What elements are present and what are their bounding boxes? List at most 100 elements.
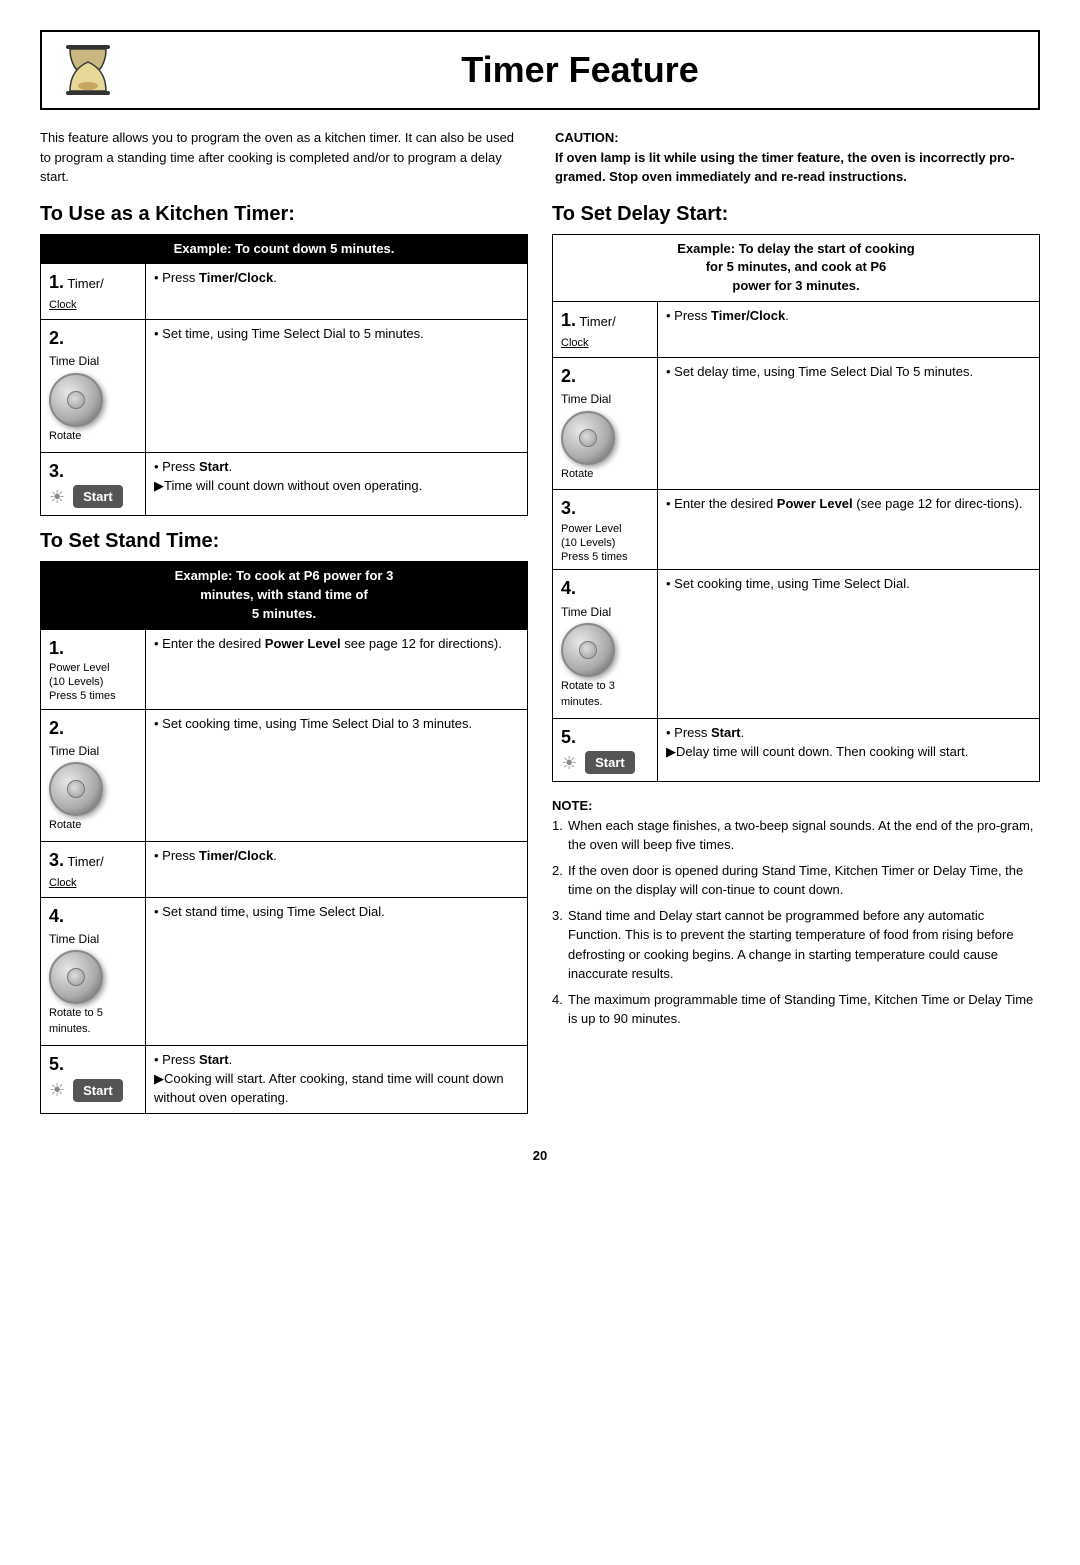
- st-step-4-action: • Set stand time, using Time Select Dial…: [146, 897, 528, 1045]
- start-container: ☀ Start: [561, 750, 649, 776]
- ds-step-5-action: • Press Start. ▶Delay time will count do…: [658, 718, 1040, 781]
- table-row: 1. Timer/Clock • Press Timer/Clock.: [553, 302, 1040, 358]
- table-row: 1. Power Level(10 Levels)Press 5 times •…: [41, 629, 528, 709]
- dial-container: Time Dial Rotate: [561, 391, 649, 482]
- note-item-3: Stand time and Delay start cannot be pro…: [552, 906, 1040, 984]
- time-dial-label: Time Dial: [49, 743, 99, 760]
- delay-start-example: Example: To delay the start of cookingfo…: [553, 234, 1040, 302]
- step-num: 2.: [561, 366, 576, 386]
- ds-step-3-left: 3. Power Level(10 Levels)Press 5 times: [553, 490, 658, 570]
- note-list: When each stage finishes, a two-beep sig…: [552, 816, 1040, 1029]
- dial-container: Time Dial Rotate: [49, 743, 137, 834]
- rotate-label: Rotate: [561, 467, 593, 483]
- table-row: 5. ☀ Start • Press Start. ▶Delay time wi…: [553, 718, 1040, 781]
- sun-icon: ☀: [49, 1077, 65, 1103]
- dial: [561, 623, 615, 677]
- delay-start-table: Example: To delay the start of cookingfo…: [552, 234, 1040, 783]
- hourglass-icon: [58, 40, 118, 100]
- stand-time-heading: To Set Stand Time:: [40, 530, 528, 553]
- note-label: NOTE:: [552, 798, 592, 813]
- ds-step-2-action: • Set delay time, using Time Select Dial…: [658, 358, 1040, 490]
- dial-container: Time Dial Rotate to 3 minutes.: [561, 604, 649, 711]
- start-button[interactable]: Start: [73, 485, 123, 508]
- intro-section: This feature allows you to program the o…: [40, 128, 1040, 187]
- time-dial-label: Time Dial: [561, 391, 611, 408]
- page-number: 20: [40, 1148, 1040, 1163]
- step-num: 5.: [49, 1054, 64, 1074]
- start-button[interactable]: Start: [73, 1079, 123, 1102]
- sun-icon: ☀: [561, 750, 577, 776]
- table-row: 2. Time Dial Rotate • Set delay time, us…: [553, 358, 1040, 490]
- st-step-3-left: 3. Timer/Clock: [41, 841, 146, 897]
- step-num: 1.: [49, 272, 64, 292]
- note-item-4: The maximum programmable time of Standin…: [552, 990, 1040, 1029]
- caution-label: CAUTION:: [555, 130, 619, 145]
- kitchen-timer-table: Example: To count down 5 minutes. 1. Tim…: [40, 234, 528, 516]
- stand-time-example: Example: To cook at P6 power for 3minute…: [41, 561, 528, 629]
- step-3-action: • Press Start. ▶Time will count down wit…: [146, 452, 528, 515]
- st-step-2-left: 2. Time Dial Rotate: [41, 709, 146, 841]
- power-level-cell: Power Level(10 Levels)Press 5 times: [49, 661, 137, 704]
- rotate-label: Rotate: [49, 429, 81, 445]
- dial: [49, 950, 103, 1004]
- table-row: 3. Timer/Clock • Press Timer/Clock.: [41, 841, 528, 897]
- step-num: 1.: [561, 310, 576, 330]
- caution-section: CAUTION: If oven lamp is lit while using…: [555, 128, 1040, 187]
- rotate-label: Rotate: [49, 818, 81, 834]
- dial-inner: [67, 391, 85, 409]
- ds-step-5-left: 5. ☀ Start: [553, 718, 658, 781]
- rotate-to-label: Rotate to 5 minutes.: [49, 1006, 137, 1038]
- left-column: To Use as a Kitchen Timer: Example: To c…: [40, 203, 528, 1128]
- st-step-1-action: • Enter the desired Power Level see page…: [146, 629, 528, 709]
- ds-step-1-action: • Press Timer/Clock.: [658, 302, 1040, 358]
- st-step-5-left: 5. ☀ Start: [41, 1046, 146, 1114]
- dial-inner: [67, 780, 85, 798]
- table-row: 2. Time Dial Rotate • Set time, using Ti…: [41, 320, 528, 452]
- step-num: 3.: [49, 850, 64, 870]
- table-row: 2. Time Dial Rotate • Set cooking time, …: [41, 709, 528, 841]
- dial: [49, 373, 103, 427]
- step-3-left: 3. ☀ Start: [41, 452, 146, 515]
- step-num: 2.: [49, 718, 64, 738]
- dial-inner: [579, 429, 597, 447]
- table-row: 3. Power Level(10 Levels)Press 5 times •…: [553, 490, 1040, 570]
- time-dial-label: Time Dial: [561, 604, 611, 621]
- page-header: Timer Feature: [40, 30, 1040, 110]
- step-num: 4.: [561, 578, 576, 598]
- stand-time-table: Example: To cook at P6 power for 3minute…: [40, 561, 528, 1114]
- main-content: To Use as a Kitchen Timer: Example: To c…: [40, 203, 1040, 1128]
- note-item-2: If the oven door is opened during Stand …: [552, 861, 1040, 900]
- step-2-left: 2. Time Dial Rotate: [41, 320, 146, 452]
- kitchen-timer-heading: To Use as a Kitchen Timer:: [40, 203, 528, 226]
- dial-inner: [67, 968, 85, 986]
- note-item-1: When each stage finishes, a two-beep sig…: [552, 816, 1040, 855]
- step-1-left: 1. Timer/Clock: [41, 264, 146, 320]
- time-dial-label: Time Dial: [49, 353, 99, 370]
- table-row: 5. ☀ Start • Press Start. ▶Cooking will …: [41, 1046, 528, 1114]
- step-num: 1.: [49, 638, 64, 658]
- step-num: 2.: [49, 328, 64, 348]
- right-column: To Set Delay Start: Example: To delay th…: [552, 203, 1040, 1128]
- note-section: NOTE: When each stage finishes, a two-be…: [552, 796, 1040, 1029]
- ds-step-3-action: • Enter the desired Power Level (see pag…: [658, 490, 1040, 570]
- ds-step-4-action: • Set cooking time, using Time Select Di…: [658, 570, 1040, 718]
- power-level-cell: Power Level(10 Levels)Press 5 times: [561, 522, 649, 565]
- dial-container: Time Dial Rotate to 5 minutes.: [49, 931, 137, 1038]
- delay-start-heading: To Set Delay Start:: [552, 203, 1040, 226]
- step-num: 5.: [561, 727, 576, 747]
- table-row: 3. ☀ Start • Press Start. ▶Time will cou…: [41, 452, 528, 515]
- step-num: 4.: [49, 906, 64, 926]
- step-num: 3.: [561, 498, 576, 518]
- step-2-action: • Set time, using Time Select Dial to 5 …: [146, 320, 528, 452]
- table-row: 4. Time Dial Rotate to 3 minutes. • Set …: [553, 570, 1040, 718]
- start-container: ☀ Start: [49, 484, 137, 510]
- step-1-action: • Press Timer/Clock.: [146, 264, 528, 320]
- dial: [561, 411, 615, 465]
- start-button[interactable]: Start: [585, 751, 635, 774]
- st-step-2-action: • Set cooking time, using Time Select Di…: [146, 709, 528, 841]
- dial-container: Time Dial Rotate: [49, 353, 137, 444]
- st-step-1-left: 1. Power Level(10 Levels)Press 5 times: [41, 629, 146, 709]
- table-row: 1. Timer/Clock • Press Timer/Clock.: [41, 264, 528, 320]
- dial-inner: [579, 641, 597, 659]
- page-title: Timer Feature: [138, 49, 1022, 91]
